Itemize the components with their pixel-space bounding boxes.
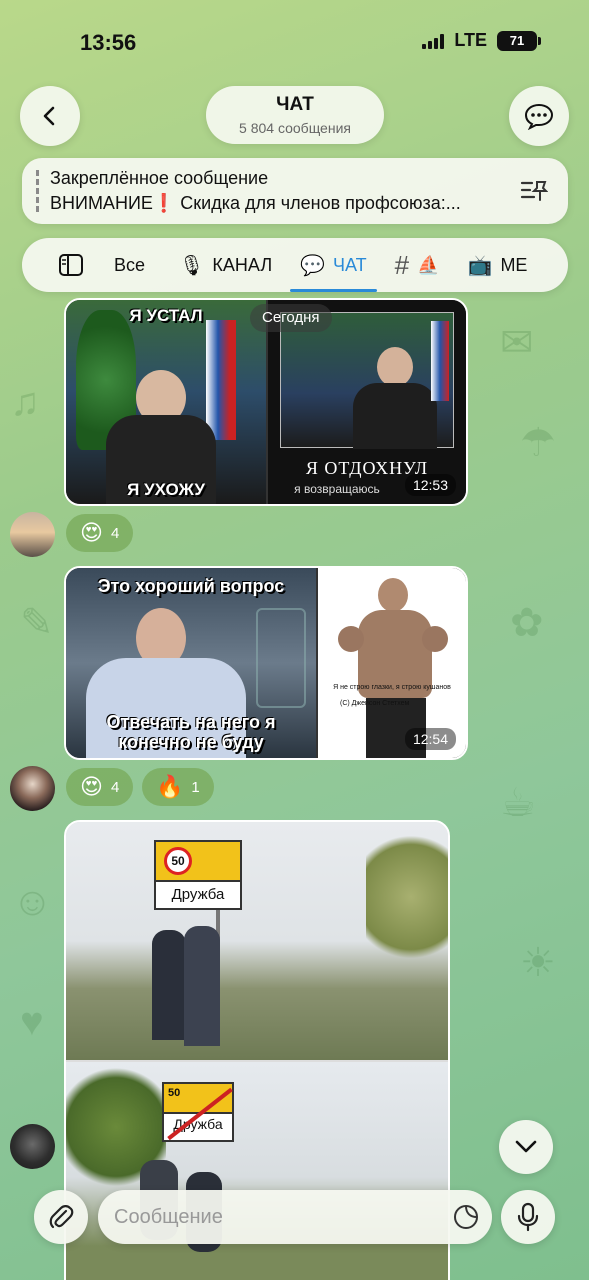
folder-icon	[59, 254, 83, 276]
chevron-down-icon	[515, 1140, 537, 1153]
microphone-icon	[517, 1202, 539, 1232]
pinned-text: ВНИМАНИЕ❗️ Скидка для членов профсоюза:.…	[50, 193, 461, 213]
fire-icon: 🔥	[156, 774, 184, 799]
paperclip-icon	[49, 1205, 74, 1229]
demotivator-sub-caption: я возвращаюсь	[294, 482, 380, 496]
meme-photo-tired[interactable]: Я УСТАЛ Я УХОЖУ	[66, 300, 266, 504]
attach-button[interactable]	[34, 1190, 88, 1244]
network-label: LTE	[454, 30, 487, 50]
reaction-heart-eyes[interactable]: 😍 4	[66, 768, 134, 806]
message-time: 12:54	[404, 728, 456, 750]
signal-icon	[422, 33, 445, 49]
tree	[366, 822, 448, 972]
message-time: 12:53	[404, 474, 456, 496]
tab-chat-label: ЧАТ	[333, 254, 367, 275]
status-indicators: LTE 71	[422, 30, 541, 51]
photo-sign-entry[interactable]: 50 Дружба	[66, 822, 448, 1060]
chat-options-button[interactable]	[509, 86, 569, 146]
voice-message-button[interactable]	[501, 1190, 555, 1244]
photo-sign-exit[interactable]: 50 Дружба	[66, 1062, 448, 1280]
tab-all-label: Все	[114, 254, 146, 275]
chat-title[interactable]: ЧАТ 5 804 сообщения	[206, 86, 384, 144]
reaction-count: 4	[110, 778, 120, 796]
avatar[interactable]	[10, 512, 55, 557]
hashtag-icon: #	[394, 249, 410, 280]
photo-album-2[interactable]: Это хороший вопрос Отвечать на него я ко…	[64, 566, 468, 760]
town-sign: 50 Дружба	[154, 840, 242, 910]
meme-caption-bottom: Я УХОЖУ	[127, 480, 205, 499]
demotivator-frame	[280, 312, 454, 449]
scroll-down-button[interactable]	[499, 1120, 553, 1174]
avatar[interactable]	[10, 1124, 55, 1169]
tab-media-label: МЕ	[500, 254, 528, 275]
date-separator: Сегодня	[250, 304, 332, 332]
person-left	[152, 930, 186, 1040]
tab-channel[interactable]: 🎙 КАНАЛ	[165, 238, 286, 292]
tab-media[interactable]: 📺 МЕ	[454, 238, 542, 292]
speech-bubble-icon: 💬	[300, 254, 326, 277]
tab-hashtag-label: ⛵	[417, 254, 440, 275]
battery-level: 71	[509, 33, 525, 48]
quote-author: (С) Джейсон Стетхем	[340, 700, 410, 707]
chat-bubble-icon	[524, 103, 554, 130]
tab-all[interactable]: Все	[22, 238, 165, 292]
person-head	[378, 578, 408, 612]
tab-chat[interactable]: 💬 ЧАТ	[286, 238, 381, 292]
status-bar: 13:56 LTE 71	[0, 0, 589, 88]
sticker-icon[interactable]	[452, 1203, 480, 1231]
tab-hashtag[interactable]: # ⛵	[381, 238, 454, 292]
pinned-title: Закреплённое сообщение	[50, 168, 269, 188]
pinned-indicator	[36, 170, 39, 212]
meme-caption-top: Я УСТАЛ	[129, 306, 203, 325]
fist-left	[338, 626, 364, 652]
chat-name: ЧАТ	[276, 94, 314, 115]
flag	[206, 320, 236, 440]
tv-icon: 📺	[467, 254, 493, 277]
pinned-message[interactable]: Закреплённое сообщение ВНИМАНИЕ❗️ Скидка…	[22, 158, 568, 224]
person-right	[184, 926, 220, 1046]
meme-caption-bottom: Отвечать на него я конечно не буду	[106, 712, 276, 752]
lab-equipment	[256, 608, 306, 708]
back-button[interactable]	[20, 86, 80, 146]
heart-eyes-icon: 😍	[80, 520, 103, 545]
town-exit-sign: 50 Дружба	[162, 1082, 234, 1142]
tab-channel-label: КАНАЛ	[212, 254, 273, 275]
reaction-count: 4	[110, 524, 120, 542]
speed-limit-sign: 50	[164, 847, 192, 875]
message-input-field[interactable]	[98, 1190, 492, 1244]
chevron-left-icon	[43, 106, 55, 126]
town-name: Дружба	[171, 886, 225, 903]
reaction-count: 1	[191, 778, 200, 796]
status-time: 13:56	[80, 30, 137, 55]
message-count: 5 804 сообщения	[239, 120, 351, 136]
microphone-icon: 🎙	[179, 254, 205, 277]
battery-icon: 71	[497, 30, 541, 51]
message-input[interactable]	[114, 1190, 434, 1244]
heart-eyes-icon: 😍	[80, 774, 103, 799]
fist-right	[422, 626, 448, 652]
folder-tabs: Все 🎙 КАНАЛ 💬 ЧАТ # ⛵ 📺 МЕ	[22, 238, 568, 292]
quote-text: Я не строю глазки, я строю кушанов	[333, 684, 451, 691]
avatar[interactable]	[10, 766, 55, 811]
speed-limit-sign: 50	[168, 1087, 181, 1099]
meme-photo-good-question[interactable]: Это хороший вопрос Отвечать на него я ко…	[66, 568, 316, 758]
meme-caption-top: Это хороший вопрос	[97, 576, 285, 596]
reaction-heart-eyes[interactable]: 😍 4	[66, 514, 134, 552]
reaction-fire[interactable]: 🔥 1	[142, 768, 214, 806]
pin-list-icon[interactable]	[520, 178, 548, 204]
